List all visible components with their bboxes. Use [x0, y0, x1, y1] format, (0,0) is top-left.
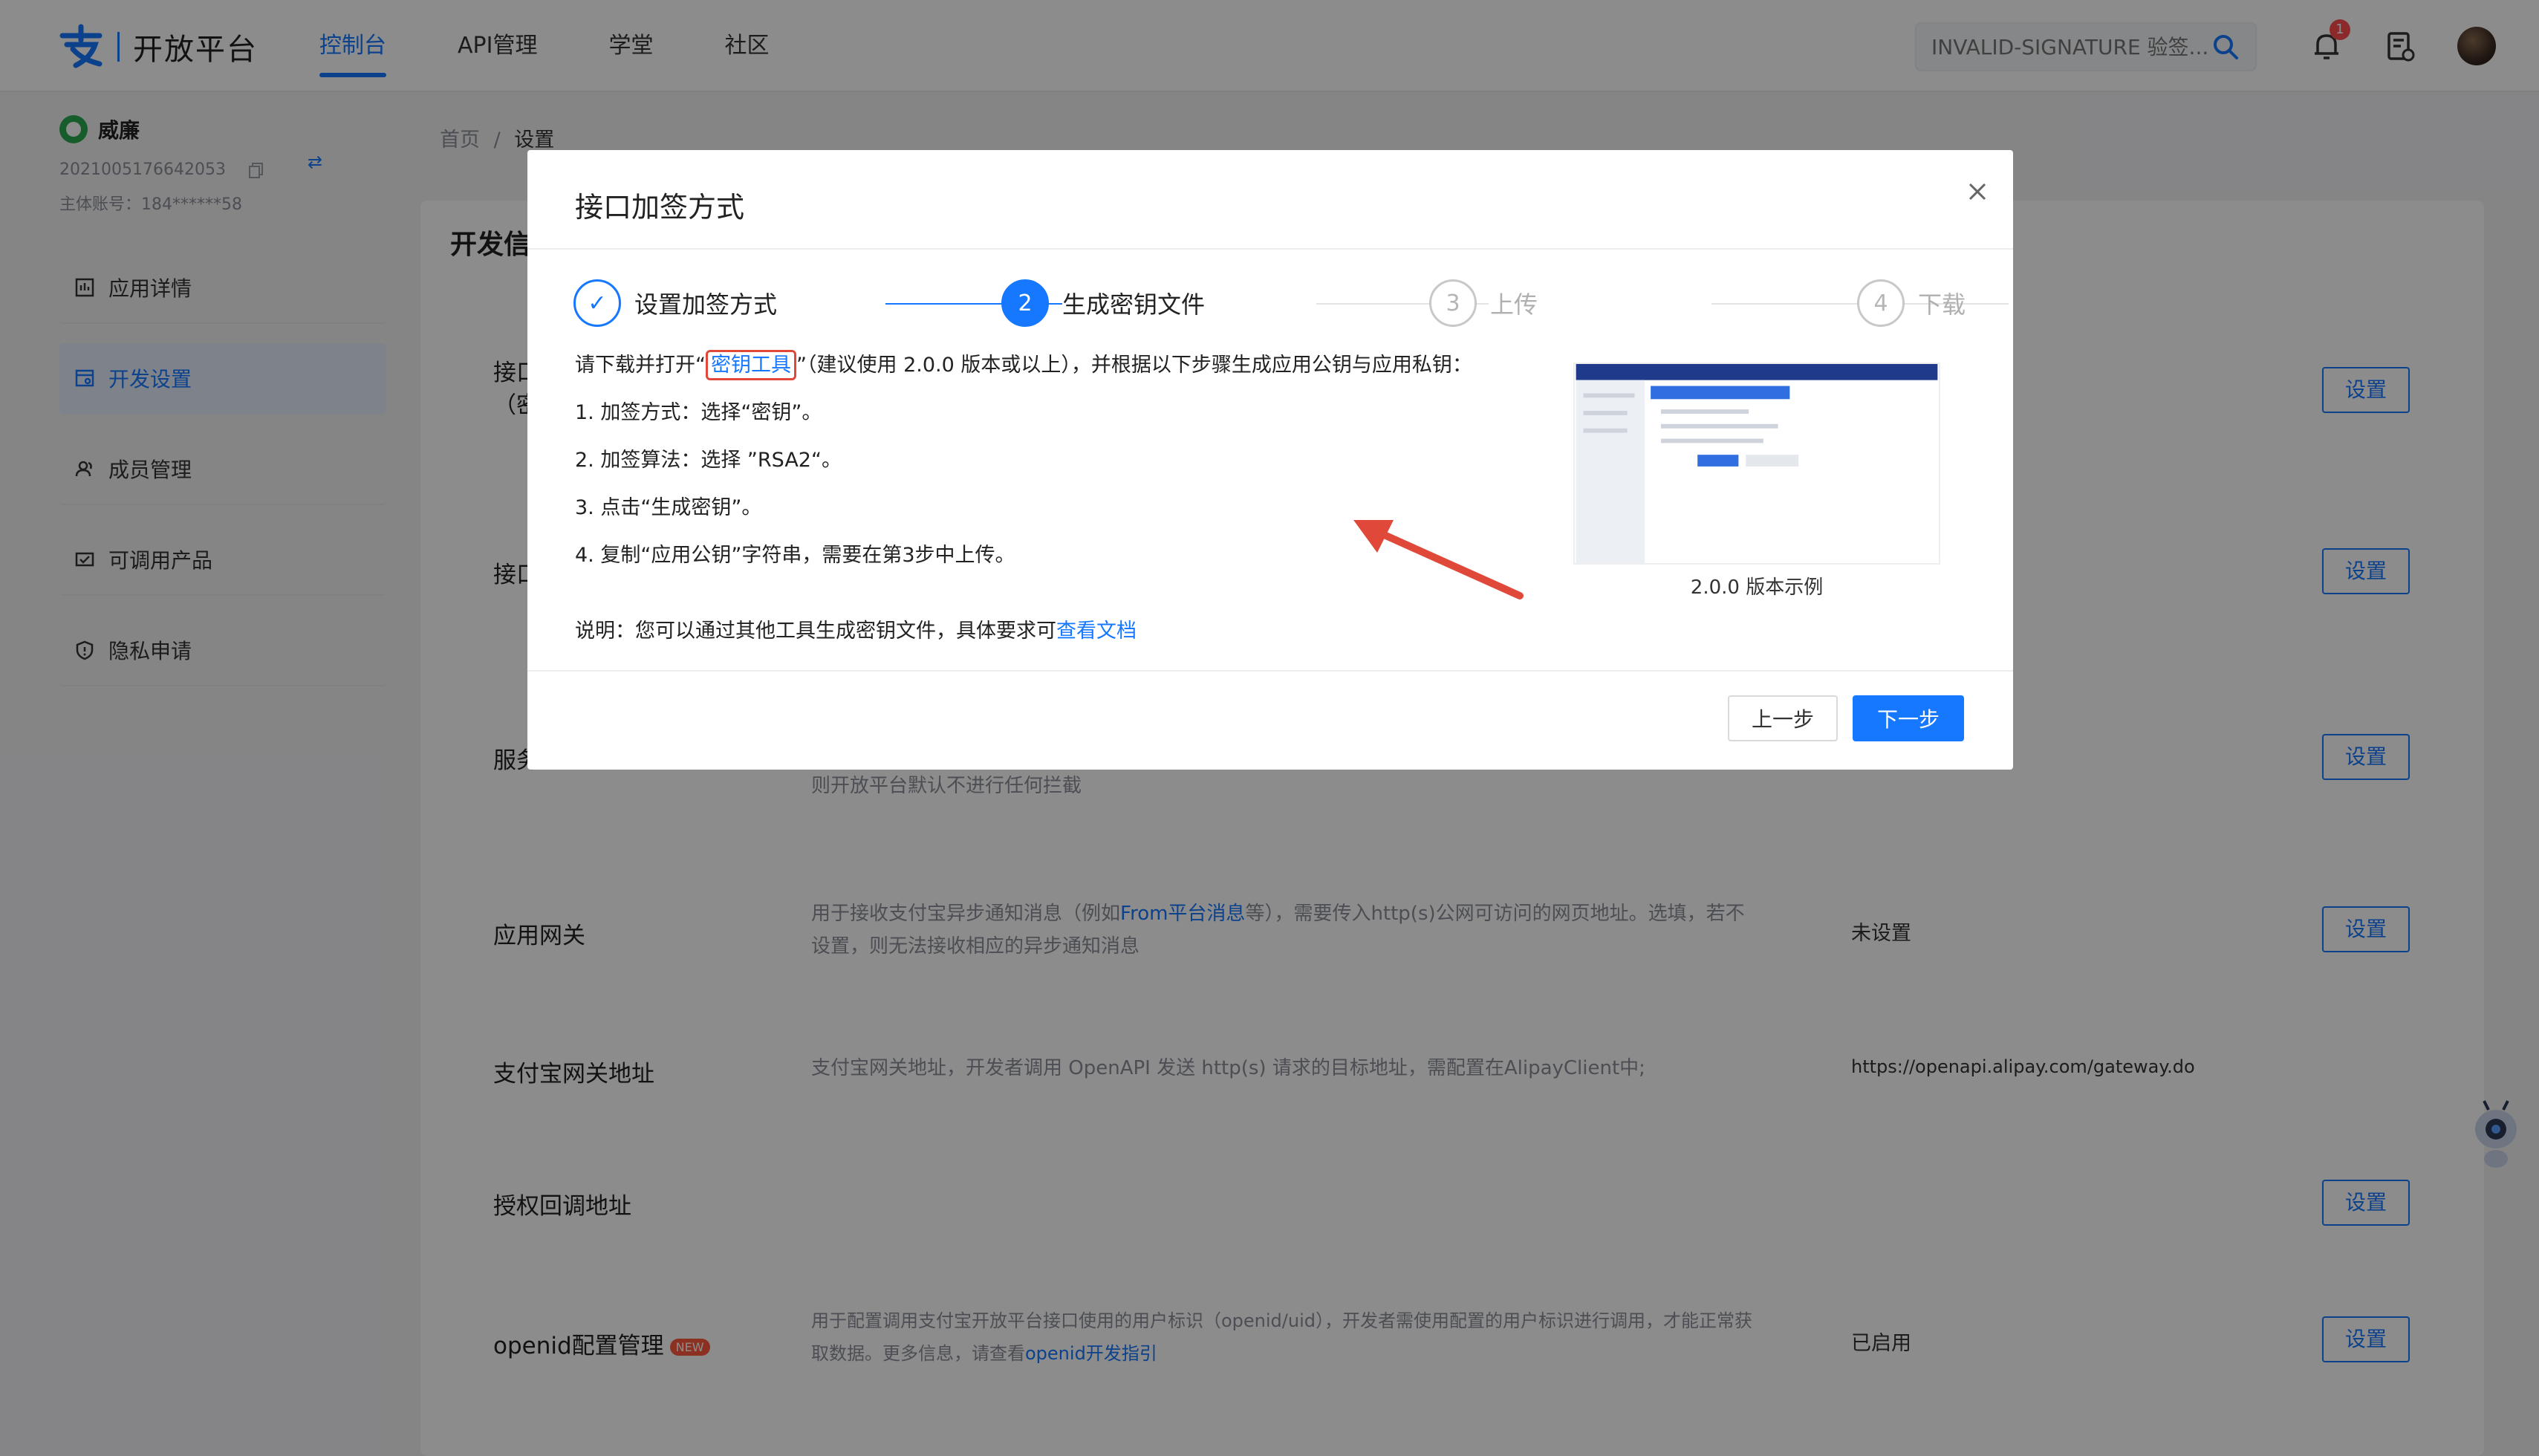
preview-caption: 2.0.0 版本示例 [1690, 576, 1824, 599]
step-2: 2 生成密钥文件 [1001, 278, 1205, 328]
note-text: 说明：您可以通过其他工具生成密钥文件，具体要求可查看文档 [575, 608, 1541, 655]
step-label: 生成密钥文件 [1062, 290, 1206, 319]
modal-divider [527, 248, 2013, 250]
note-prefix: 说明：您可以通过其他工具生成密钥文件，具体要求可 [575, 620, 1056, 643]
annotation-arrow-icon [1353, 520, 1524, 599]
key-tool-preview-image [1573, 363, 1940, 565]
instruction-step: 2. 加签算法：选择 ”RSA2“。 [575, 449, 842, 472]
step-4: 4 下载 [1857, 278, 1966, 328]
step-3: 3 上传 [1429, 278, 1538, 328]
modal-title: 接口加签方式 [575, 191, 745, 224]
step-label: 上传 [1490, 290, 1538, 319]
step-label: 下载 [1918, 290, 1966, 319]
instruction-step: 1. 加签方式：选择“密钥”。 [575, 401, 822, 424]
previous-step-button[interactable]: 上一步 [1728, 695, 1838, 741]
view-docs-link[interactable]: 查看文档 [1056, 620, 1137, 643]
close-icon[interactable] [1963, 177, 1992, 207]
intro-text: 请下载并打开“ 密钥工具 ”（建议使用 2.0.0 版本或以上），并根据以下步骤生成… [575, 342, 1541, 389]
step-number: 2 [1001, 279, 1049, 327]
steps-progress: ✓ 设置加签方式 2 生成密钥文件 3 上传 4 下载 [573, 278, 2009, 330]
modal-footer-divider [527, 670, 2013, 672]
next-step-button[interactable]: 下一步 [1853, 695, 1964, 741]
step-number: 4 [1857, 279, 1905, 327]
signing-method-modal: 接口加签方式 ✓ 设置加签方式 2 生成密钥文件 3 上传 4 下载 请下载并打… [527, 150, 2013, 770]
step-label: 设置加签方式 [634, 290, 778, 319]
step-1: ✓ 设置加签方式 [573, 278, 777, 328]
intro-prefix: 请下载并打开“ [575, 354, 706, 377]
key-tool-link[interactable]: 密钥工具 [706, 350, 796, 380]
step-check-icon: ✓ [573, 279, 621, 327]
intro-suffix: ”（建议使用 2.0.0 版本或以上），并根据以下步骤生成应用公钥与应用私钥： [796, 354, 1472, 377]
step-number: 3 [1429, 279, 1477, 327]
